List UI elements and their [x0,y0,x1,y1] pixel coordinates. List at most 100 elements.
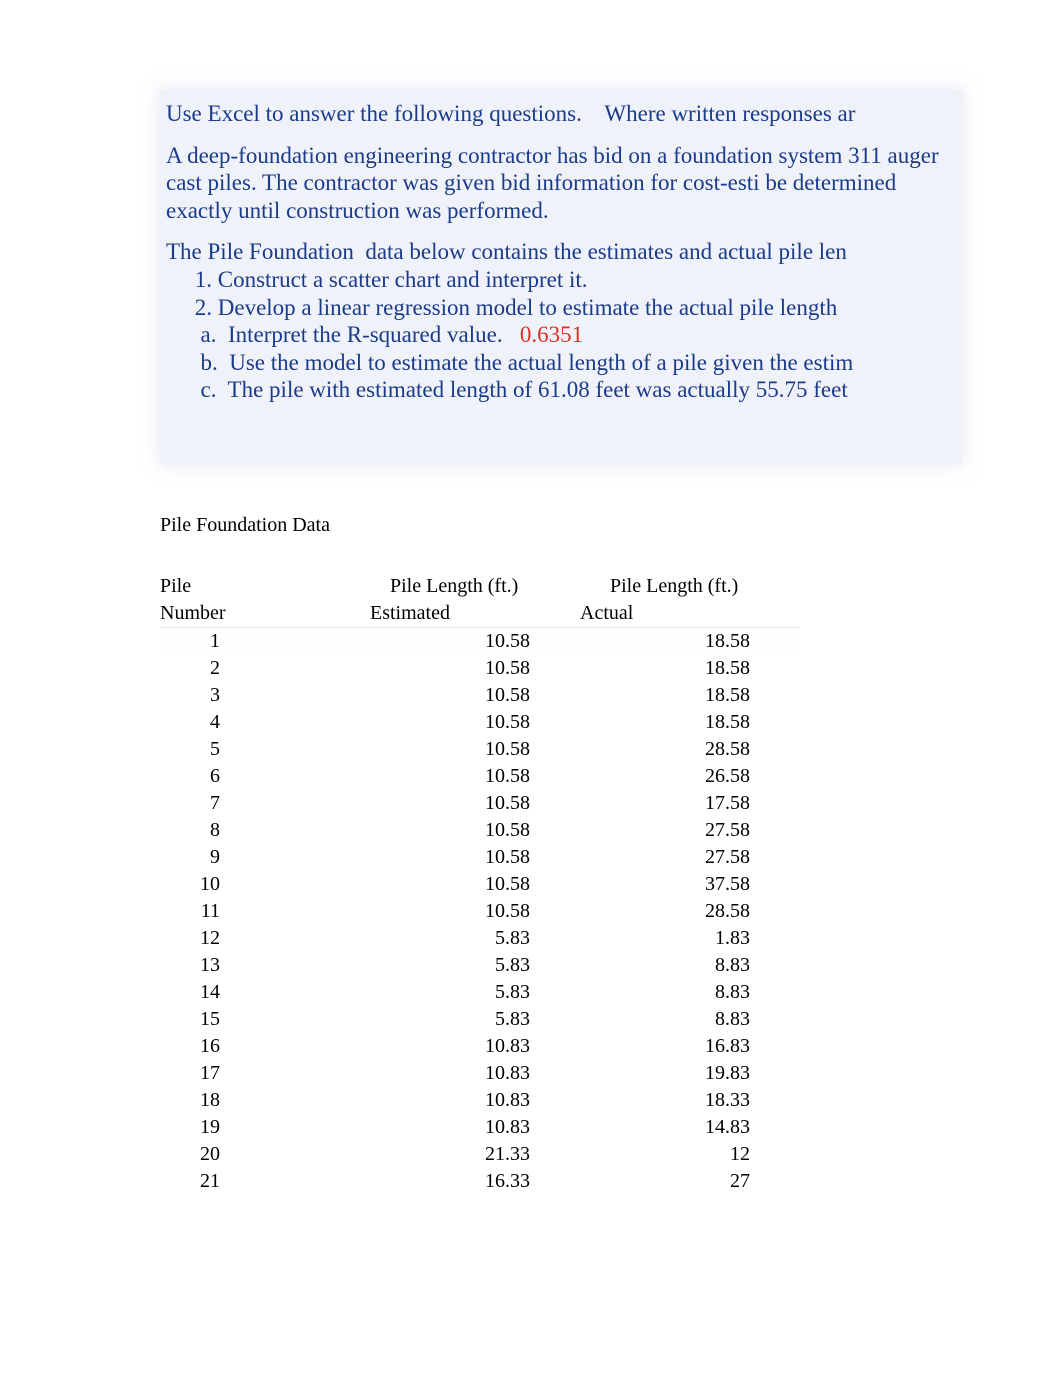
question-2c: c. The pile with estimated length of 61.… [166,376,956,404]
cell-actual: 16.83 [580,1033,800,1060]
cell-estimated: 10.83 [360,1060,580,1087]
cell-pile-number: 8 [160,817,360,844]
cell-pile-number: 17 [160,1060,360,1087]
cell-pile-number: 7 [160,790,360,817]
table-row: 910.5827.58 [160,844,800,871]
cell-estimated: 10.58 [360,871,580,898]
cell-actual: 19.83 [580,1060,800,1087]
cell-actual: 18.33 [580,1087,800,1114]
table-row: 310.5818.58 [160,682,800,709]
cell-estimated: 16.33 [360,1168,580,1195]
cell-estimated: 21.33 [360,1141,580,1168]
cell-pile-number: 16 [160,1033,360,1060]
cell-estimated: 10.58 [360,736,580,763]
cell-pile-number: 18 [160,1087,360,1114]
cell-pile-number: 5 [160,736,360,763]
table-row: 1810.8318.33 [160,1087,800,1114]
cell-pile-number: 1 [160,627,360,655]
cell-actual: 12 [580,1141,800,1168]
cell-actual: 18.58 [580,682,800,709]
table-row: 810.5827.58 [160,817,800,844]
intro-text: Use Excel to answer the following questi… [166,100,956,128]
cell-pile-number: 4 [160,709,360,736]
cell-pile-number: 9 [160,844,360,871]
cell-estimated: 10.58 [360,627,580,655]
header-length-est: Pile Length (ft.) [360,573,580,600]
cell-estimated: 10.58 [360,898,580,925]
r-squared-value: 0.6351 [520,322,583,347]
cell-estimated: 10.58 [360,709,580,736]
cell-estimated: 10.58 [360,817,580,844]
cell-actual: 17.58 [580,790,800,817]
header-estimated: Estimated [360,600,580,628]
cell-estimated: 5.83 [360,952,580,979]
cell-pile-number: 6 [160,763,360,790]
page-content: Use Excel to answer the following questi… [0,0,1062,1255]
table-row: 2021.3312 [160,1141,800,1168]
table-header-row-2: Number Estimated Actual [160,600,800,628]
table-row: 1610.8316.83 [160,1033,800,1060]
cell-estimated: 10.83 [360,1033,580,1060]
table-row: 1010.5837.58 [160,871,800,898]
background-paragraph: A deep-foundation engineering contractor… [166,142,956,225]
table-header-row-1: Pile Pile Length (ft.) Pile Length (ft.) [160,573,800,600]
cell-pile-number: 3 [160,682,360,709]
table-row: 510.5828.58 [160,736,800,763]
table-row: 2116.3327 [160,1168,800,1195]
cell-pile-number: 13 [160,952,360,979]
cell-pile-number: 21 [160,1168,360,1195]
cell-estimated: 10.58 [360,763,580,790]
cell-actual: 8.83 [580,952,800,979]
cell-estimated: 5.83 [360,979,580,1006]
table-row: 1710.8319.83 [160,1060,800,1087]
table-row: 410.5818.58 [160,709,800,736]
table-row: 710.5817.58 [160,790,800,817]
question-2b: b. Use the model to estimate the actual … [166,349,956,377]
question-2: 2. Develop a linear regression model to … [166,294,956,322]
table-row: 610.5826.58 [160,763,800,790]
table-row: 125.831.83 [160,925,800,952]
cell-actual: 18.58 [580,709,800,736]
table-body: 110.5818.58210.5818.58310.5818.58410.581… [160,627,800,1195]
instruction-box: Use Excel to answer the following questi… [160,90,962,464]
cell-actual: 8.83 [580,1006,800,1033]
table-row: 145.838.83 [160,979,800,1006]
cell-estimated: 10.58 [360,682,580,709]
question-2a-text: a. Interpret the R-squared value. [166,322,520,347]
table-row: 210.5818.58 [160,655,800,682]
table-row: 1110.5828.58 [160,898,800,925]
cell-estimated: 5.83 [360,925,580,952]
header-pile: Pile [160,573,360,600]
header-length-act: Pile Length (ft.) [580,573,800,600]
cell-estimated: 10.83 [360,1114,580,1141]
cell-estimated: 10.58 [360,655,580,682]
table-row: 110.5818.58 [160,627,800,655]
lead-in-text: The Pile Foundation data below contains … [166,238,956,266]
cell-actual: 27.58 [580,817,800,844]
cell-actual: 18.58 [580,655,800,682]
pile-data-table: Pile Pile Length (ft.) Pile Length (ft.)… [160,573,800,1195]
header-number: Number [160,600,360,628]
table-row: 135.838.83 [160,952,800,979]
cell-pile-number: 12 [160,925,360,952]
cell-pile-number: 19 [160,1114,360,1141]
cell-actual: 28.58 [580,898,800,925]
cell-actual: 14.83 [580,1114,800,1141]
cell-pile-number: 14 [160,979,360,1006]
cell-actual: 37.58 [580,871,800,898]
question-2a: a. Interpret the R-squared value. 0.6351 [166,321,956,349]
table-row: 1910.8314.83 [160,1114,800,1141]
question-1: 1. Construct a scatter chart and interpr… [166,266,956,294]
cell-pile-number: 15 [160,1006,360,1033]
cell-pile-number: 2 [160,655,360,682]
cell-actual: 27.58 [580,844,800,871]
cell-actual: 26.58 [580,763,800,790]
cell-pile-number: 20 [160,1141,360,1168]
cell-pile-number: 10 [160,871,360,898]
table-row: 155.838.83 [160,1006,800,1033]
cell-actual: 1.83 [580,925,800,952]
table-title: Pile Foundation Data [160,514,962,537]
cell-actual: 18.58 [580,627,800,655]
cell-actual: 27 [580,1168,800,1195]
cell-actual: 8.83 [580,979,800,1006]
